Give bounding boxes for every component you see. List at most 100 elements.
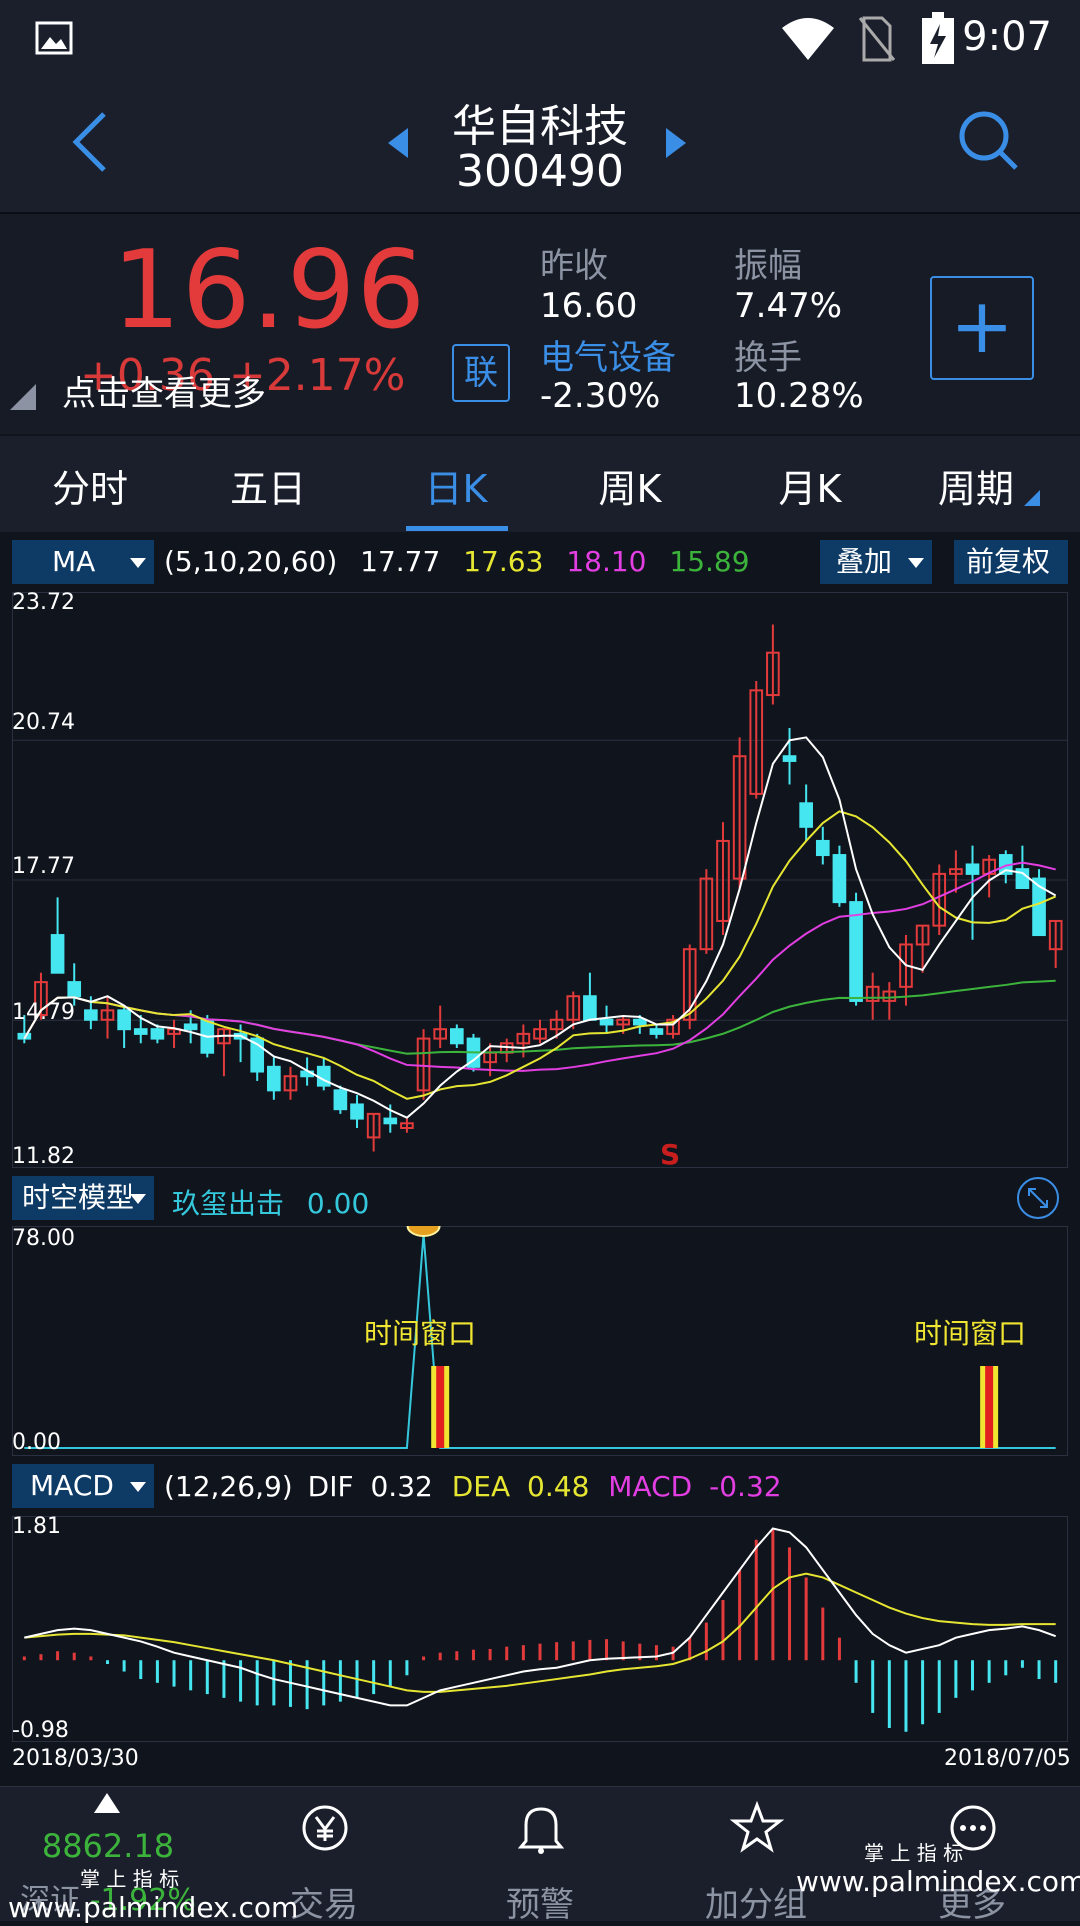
candle-body: [849, 901, 863, 1002]
adjust-label: 前复权: [966, 545, 1051, 578]
chevron-down-icon: [130, 1482, 146, 1492]
ma-values: (5,10,20,60) 17.77 17.63 18.10 15.89: [164, 545, 750, 578]
bell-icon: [518, 1807, 564, 1854]
model-selector[interactable]: 时空模型: [12, 1176, 154, 1220]
tab-intraday[interactable]: 分时: [20, 458, 160, 513]
candle-body: [350, 1103, 364, 1120]
overlay-selector[interactable]: 叠加: [820, 540, 932, 584]
image-icon: [35, 21, 73, 55]
kline-chart[interactable]: [12, 592, 1068, 1168]
candle-body: [50, 934, 65, 974]
tab-daily-k[interactable]: 日K: [386, 458, 526, 513]
watermark-brand-right: 掌 上 指 标: [864, 1841, 964, 1865]
yen-circle-icon: [302, 1805, 348, 1851]
date-start: 2018/03/30: [12, 1746, 139, 1771]
stock-name: 华自科技: [452, 101, 628, 152]
tab-monthly-k[interactable]: 月K: [740, 458, 880, 513]
nav-watchlist[interactable]: 加分组: [648, 1787, 864, 1925]
dif-value: 0.32: [370, 1470, 433, 1503]
candle-body: [450, 1028, 464, 1045]
prev-close-value: 16.60: [540, 286, 638, 326]
last-price: 16.96: [112, 228, 427, 353]
nav-alert-label: 预警: [506, 1885, 574, 1925]
amplitude-label: 振幅: [734, 246, 802, 286]
model-name: 玖玺出击: [172, 1187, 285, 1220]
candle-body: [799, 802, 813, 828]
candle-body: [815, 839, 830, 857]
macd-axis-bottom: -0.98: [12, 1718, 69, 1743]
candle-body: [183, 1023, 198, 1031]
tab-weekly-k[interactable]: 周K: [560, 458, 700, 513]
watermark-brand-left: 掌 上 指 标: [80, 1867, 180, 1891]
search-icon[interactable]: [956, 108, 1020, 172]
dea-label: DEA: [451, 1470, 511, 1503]
candle-body: [117, 1009, 131, 1031]
candle-body: [333, 1089, 348, 1111]
bottom-nav: 8862.18 深证 -1.92% 交易 预警 加分组 更多 掌 上 指 标 w…: [0, 1786, 1080, 1925]
ma-params: (5,10,20,60): [164, 545, 338, 578]
model-axis-top: 78.00: [12, 1226, 75, 1251]
nav-alert[interactable]: 预警: [432, 1787, 648, 1925]
dea-line: [24, 1572, 1056, 1693]
macd-params: (12,26,9): [164, 1470, 293, 1503]
gold-ingot-icon: [406, 1226, 441, 1237]
candle-body: [383, 1117, 398, 1125]
watermark-url-right: www.palmindex.com: [796, 1865, 1080, 1898]
chevron-down-icon: [908, 558, 924, 568]
macd-value: -0.32: [709, 1470, 782, 1503]
model-axis-bottom: 0.00: [12, 1430, 61, 1455]
candle-body: [133, 1028, 148, 1035]
candle-body: [583, 995, 597, 1021]
lian-badge[interactable]: 联: [452, 344, 510, 402]
next-stock-icon[interactable]: [664, 128, 686, 158]
macd-values: (12,26,9) DIF 0.32 DEA 0.48 MACD -0.32: [164, 1470, 782, 1503]
candle-body: [965, 863, 980, 875]
quote-panel: 16.96 +0.36 +2.17% 点击查看更多 联 昨收 16.60 电气设…: [0, 214, 1080, 434]
ma-selector[interactable]: MA: [12, 540, 154, 584]
time-window-label-2: 时间窗口: [914, 1317, 1027, 1350]
sell-marker: S: [660, 1138, 681, 1171]
watermark-url-left: www.palmindex.com: [8, 1891, 299, 1924]
time-model-chart[interactable]: [12, 1226, 1068, 1456]
index-value: 8862.18: [41, 1827, 175, 1865]
star-icon: [730, 1801, 784, 1853]
expand-icon[interactable]: [1016, 1176, 1060, 1220]
chevron-down-icon: [130, 1194, 146, 1204]
tab-five-day[interactable]: 五日: [198, 458, 338, 513]
ma5-line: [23, 736, 1057, 1119]
candle-body: [67, 981, 82, 998]
kline-axis-l3: 17.77: [12, 854, 75, 879]
ma5-value: 17.77: [360, 545, 441, 578]
add-watchlist-button[interactable]: +: [930, 276, 1034, 380]
adjust-button[interactable]: 前复权: [954, 540, 1068, 584]
ma20-value: 18.10: [566, 545, 647, 578]
macd-chart[interactable]: [12, 1516, 1068, 1742]
overlay-label: 叠加: [836, 545, 893, 578]
kline-axis-bottom: 11.82: [12, 1144, 75, 1169]
period-tabs: 分时 五日 日K 周K 月K 周期: [0, 436, 1080, 532]
candle-body: [649, 1028, 664, 1035]
macd-frame: [12, 1516, 1068, 1742]
tap-more-link[interactable]: 点击查看更多: [62, 366, 266, 415]
amplitude-value: 7.47%: [734, 286, 843, 326]
corner-triangle-icon: [10, 384, 36, 410]
header: 华自科技 300490: [0, 80, 1080, 214]
candle-body: [267, 1065, 281, 1092]
candle-body: [782, 755, 797, 762]
status-bar: 9:07: [0, 0, 1080, 80]
stock-code: 300490: [456, 146, 624, 197]
kline-axis-l4: 14.79: [12, 1000, 75, 1025]
dea-value: 0.48: [527, 1470, 590, 1503]
model-line: [24, 1233, 1056, 1449]
ma60-value: 15.89: [669, 545, 750, 578]
time-window-label-1: 时间窗口: [364, 1317, 477, 1350]
macd-selector[interactable]: MACD: [12, 1464, 154, 1508]
sector-link[interactable]: 电气设备: [540, 330, 676, 379]
ma-selector-label: MA: [52, 545, 96, 578]
macd-label: MACD: [608, 1470, 693, 1503]
ma10-value: 17.63: [463, 545, 544, 578]
time-window-bar-core: [985, 1366, 994, 1448]
period-dropdown-icon: [1024, 490, 1040, 506]
candle-body: [632, 1018, 647, 1026]
dif-line: [24, 1527, 1057, 1707]
